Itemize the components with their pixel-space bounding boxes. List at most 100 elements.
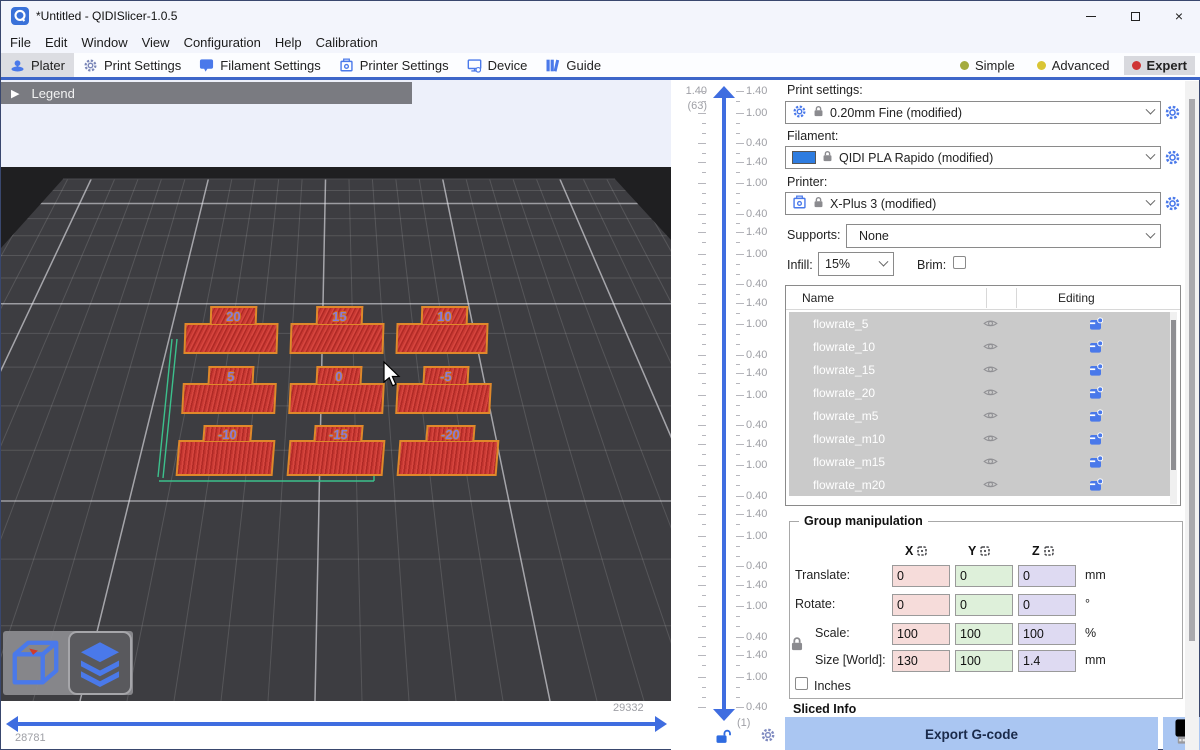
print-settings-gear-button[interactable]: [1164, 104, 1182, 122]
flowrate-patch--15[interactable]: [287, 440, 386, 476]
hslider-right-arrow[interactable]: [655, 716, 667, 732]
eye-icon[interactable]: [975, 364, 1005, 375]
eye-icon[interactable]: [975, 410, 1005, 421]
export-gcode-button[interactable]: Export G-code: [785, 717, 1158, 750]
menu-item-file[interactable]: File: [3, 35, 38, 50]
object-row-flowrate_5[interactable]: flowrate_5: [789, 312, 1170, 335]
flowrate-patch-tab[interactable]: -5: [422, 366, 469, 384]
minimize-button[interactable]: [1069, 1, 1113, 31]
eye-icon[interactable]: [975, 341, 1005, 352]
menu-item-edit[interactable]: Edit: [38, 35, 74, 50]
object-row-flowrate_15[interactable]: flowrate_15: [789, 358, 1170, 381]
flowrate-patch-20[interactable]: [183, 323, 278, 354]
flowrate-patch--10[interactable]: [176, 440, 276, 476]
flowrate-patch-tab[interactable]: 15: [315, 306, 363, 324]
filament-gear-button[interactable]: [1164, 149, 1182, 167]
gm-field-y[interactable]: 0: [955, 565, 1013, 587]
edit-settings-icon[interactable]: [1081, 432, 1111, 446]
edit-settings-icon[interactable]: [1081, 409, 1111, 423]
sidebar-scroll-thumb[interactable]: [1189, 99, 1195, 641]
menu-item-view[interactable]: View: [135, 35, 177, 50]
eye-icon[interactable]: [975, 387, 1005, 398]
flowrate-patch-5[interactable]: [181, 383, 277, 414]
infill-combo[interactable]: 15%: [818, 252, 894, 276]
viewport-3d[interactable]: 20 15 10 5 0 -5 -10 -15 -20 ▶ Legend: [1, 80, 671, 701]
supports-combo[interactable]: None: [846, 224, 1161, 248]
flowrate-patch--5[interactable]: [395, 383, 492, 414]
edit-settings-icon[interactable]: [1081, 340, 1111, 354]
menu-item-help[interactable]: Help: [268, 35, 309, 50]
eye-icon[interactable]: [975, 456, 1005, 467]
menu-item-configuration[interactable]: Configuration: [177, 35, 268, 50]
flowrate-patch-tab[interactable]: 0: [315, 366, 362, 384]
edit-settings-icon[interactable]: [1081, 478, 1111, 492]
object-row-flowrate_10[interactable]: flowrate_10: [789, 335, 1170, 358]
close-button[interactable]: ×: [1157, 1, 1200, 31]
hslider-left-arrow[interactable]: [6, 716, 18, 732]
horizontal-slider[interactable]: [17, 722, 655, 726]
gm-field-x[interactable]: 0: [892, 565, 950, 587]
gm-field-z[interactable]: 1.4: [1018, 650, 1076, 672]
menu-item-calibration[interactable]: Calibration: [309, 35, 385, 50]
edit-settings-icon[interactable]: [1081, 317, 1111, 331]
gm-field-z[interactable]: 0: [1018, 594, 1076, 616]
gm-field-y[interactable]: 0: [955, 594, 1013, 616]
eye-icon[interactable]: [975, 433, 1005, 444]
print-settings-combo[interactable]: 0.20mm Fine (modified): [785, 101, 1161, 124]
preview-layers-button[interactable]: [68, 631, 132, 695]
edit-settings-icon[interactable]: [1081, 455, 1111, 469]
legend-toggle[interactable]: ▶ Legend: [1, 82, 412, 104]
editor-3d-view-button[interactable]: [8, 636, 62, 695]
sidebar-scrollbar[interactable]: [1185, 81, 1199, 750]
gm-field-z[interactable]: 100: [1018, 623, 1076, 645]
object-row-flowrate_20[interactable]: flowrate_20: [789, 381, 1170, 404]
object-list-scrollbar[interactable]: [1170, 312, 1177, 504]
flowrate-patch-tab[interactable]: -15: [313, 425, 363, 441]
maximize-button[interactable]: [1113, 1, 1157, 31]
layer-slider[interactable]: 1.40 (63) (1) 1.401.000.401.401.000.401.…: [671, 80, 785, 750]
tab-guide[interactable]: Guide: [536, 53, 610, 77]
edit-settings-icon[interactable]: [1081, 386, 1111, 400]
tab-printer-settings[interactable]: Printer Settings: [330, 53, 458, 77]
printer-combo[interactable]: X-Plus 3 (modified): [785, 192, 1161, 215]
object-row-flowrate_m10[interactable]: flowrate_m10: [789, 427, 1170, 450]
gm-field-x[interactable]: 130: [892, 650, 950, 672]
object-list-scroll-thumb[interactable]: [1171, 320, 1176, 470]
gm-field-y[interactable]: 100: [955, 623, 1013, 645]
printer-gear-button[interactable]: [1164, 195, 1182, 213]
flowrate-patch-0[interactable]: [288, 383, 385, 414]
gm-field-y[interactable]: 100: [955, 650, 1013, 672]
gm-field-x[interactable]: 100: [892, 623, 950, 645]
flowrate-patch-tab[interactable]: 5: [208, 366, 255, 384]
flowrate-patch-15[interactable]: [289, 323, 384, 354]
menu-item-window[interactable]: Window: [74, 35, 134, 50]
tab-device[interactable]: Device: [458, 53, 537, 77]
object-row-flowrate_m5[interactable]: flowrate_m5: [789, 404, 1170, 427]
layer-slider-gear-icon[interactable]: [760, 727, 776, 748]
mode-simple[interactable]: Simple: [952, 56, 1023, 75]
flowrate-patch--20[interactable]: [397, 440, 500, 476]
flowrate-patch-10[interactable]: [395, 323, 488, 354]
brim-checkbox[interactable]: [953, 256, 966, 269]
mode-advanced[interactable]: Advanced: [1029, 56, 1118, 75]
eye-icon[interactable]: [975, 318, 1005, 329]
object-row-flowrate_m20[interactable]: flowrate_m20: [789, 473, 1170, 496]
flowrate-patch-tab[interactable]: 10: [420, 306, 468, 324]
layer-slider-lock-icon[interactable]: [715, 729, 733, 749]
flowrate-patch-tab[interactable]: 20: [209, 306, 257, 324]
eye-icon[interactable]: [975, 479, 1005, 490]
tab-print-settings[interactable]: Print Settings: [74, 53, 190, 77]
scale-lock-icon[interactable]: [790, 636, 804, 657]
gm-field-x[interactable]: 0: [892, 594, 950, 616]
layer-slider-upper-thumb[interactable]: [713, 86, 735, 98]
layer-slider-lower-thumb[interactable]: [713, 709, 735, 721]
layer-slider-track[interactable]: [722, 97, 726, 719]
object-row-flowrate_m15[interactable]: flowrate_m15: [789, 450, 1170, 473]
edit-settings-icon[interactable]: [1081, 363, 1111, 377]
filament-combo[interactable]: QIDI PLA Rapido (modified): [785, 146, 1161, 169]
mode-expert[interactable]: Expert: [1124, 56, 1195, 75]
tab-filament-settings[interactable]: Filament Settings: [190, 53, 329, 77]
flowrate-patch-tab[interactable]: -20: [425, 425, 475, 441]
flowrate-patch-tab[interactable]: -10: [202, 425, 252, 441]
gm-field-z[interactable]: 0: [1018, 565, 1076, 587]
